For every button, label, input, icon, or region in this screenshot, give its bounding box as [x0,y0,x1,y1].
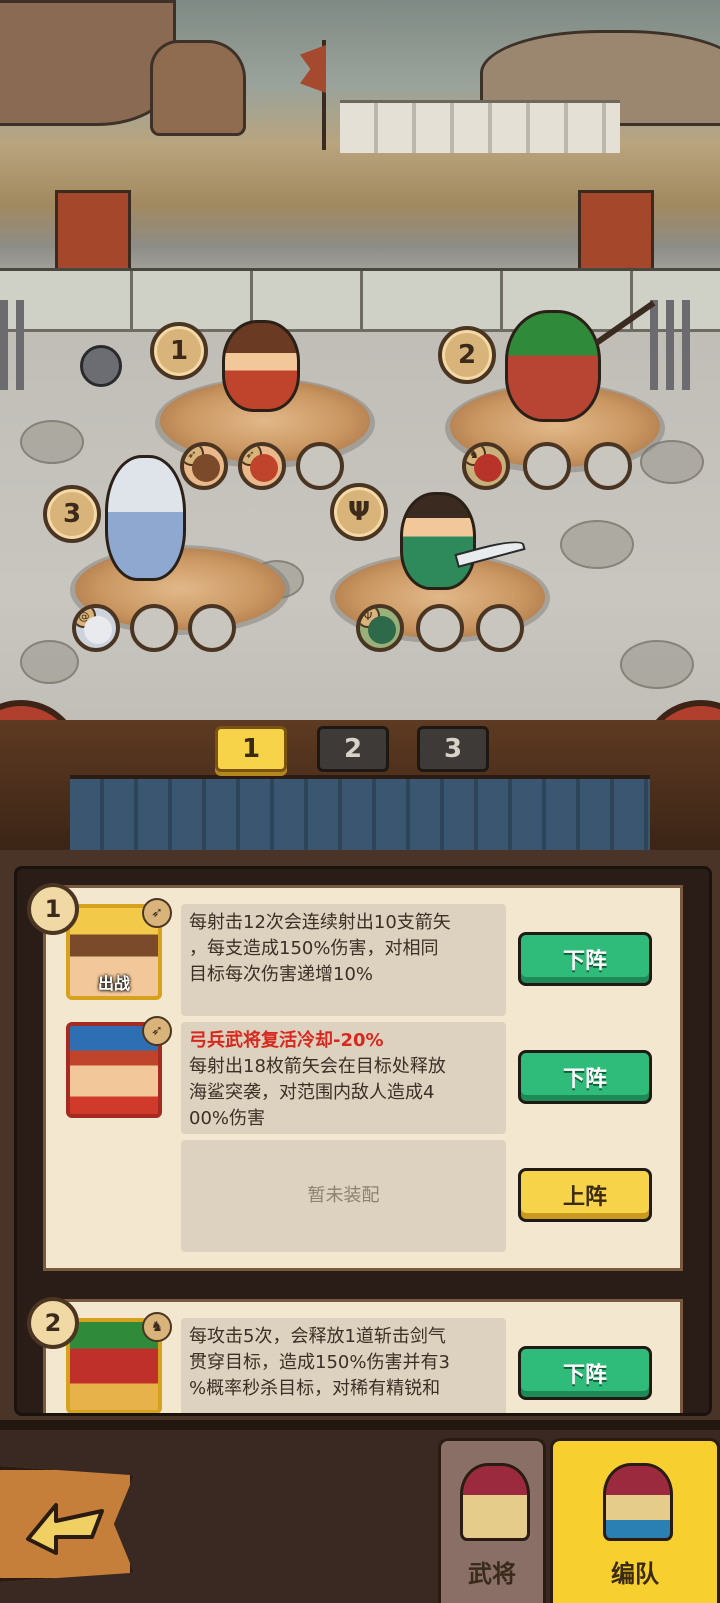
battlefield-scene: 1 2 3 Ψ ➶ ➶ ♞ @ Ψ 1 2 3 [0,0,720,850]
equip-slot[interactable]: ♞ [462,442,510,490]
skill-row: 出战 ➶ 每射击12次会连续射出10支箭矢 ，每支造成150%伤害，对相同 目标… [66,898,666,1016]
hero-mounted-general[interactable] [505,310,601,422]
deployed-tag: 出战 [97,974,130,993]
position-badge-3: 3 [43,485,101,543]
skill-description: 弓兵武将复活冷却-20% 每射出18枚箭矢会在目标处释放 海鲨突袭，对范围内敌人… [181,1022,506,1134]
panel-number-1: 1 [27,883,79,935]
equip-slot[interactable]: ➶ [180,442,228,490]
back-arrow-icon [26,1503,104,1555]
stone-wall [0,268,720,332]
formation-emblem-icon [603,1463,673,1541]
back-button[interactable] [0,1466,134,1582]
formation-panel-1: 出战 ➶ 每射击12次会连续射出10支箭矢 ，每支造成150%伤害，对相同 目标… [43,885,683,1271]
nav-label-formation: 编队 [611,1560,659,1588]
bow-icon: ➶ [142,898,172,928]
mountain [150,40,246,136]
floor-stone [560,520,634,569]
skill-description: 每射击12次会连续射出10支箭矢 ，每支造成150%伤害，对相同 目标每次伤害递… [181,904,506,1016]
floor-stone [20,640,79,684]
empty-slot-text: 暂未装配 [181,1140,506,1252]
floor-stone [20,420,84,464]
watch-tower-right [578,190,654,271]
formation-panel-2: ♞ 每攻击5次，会释放1道斩击剑气 贯穿目标，造成150%伤害并有3 %概率秒杀… [43,1299,683,1413]
bow-icon: ➶ [142,1016,172,1046]
horse-icon: ♞ [142,1312,172,1342]
nav-tab-formation[interactable]: 编队 [550,1438,720,1603]
equip-button[interactable]: 上阵 [518,1168,652,1222]
equip-slot[interactable]: Ψ [356,604,404,652]
generals-emblem-icon [460,1463,530,1541]
unequip-button[interactable]: 下阵 [518,932,652,986]
formation-tab-2[interactable]: 2 [317,726,389,772]
formation-tabs: 1 2 3 [0,726,720,780]
bottom-nav: 武将 编队 [0,1420,720,1603]
weapon-rack-right [650,300,720,390]
panel-number-2: 2 [27,1297,79,1349]
floor-stone [620,640,694,689]
hero-old-sage[interactable] [105,455,186,581]
unequip-button[interactable]: 下阵 [518,1346,652,1400]
skill-row: ➶ 弓兵武将复活冷却-20% 每射出18枚箭矢会在目标处释放 海鲨突袭，对范围内… [66,1016,666,1134]
camp-tents [340,100,620,153]
position-badge-1: 1 [150,322,208,380]
equip-slot[interactable]: ➶ [238,442,286,490]
formation-tab-1[interactable]: 1 [215,726,287,772]
skill-row: ♞ 每攻击5次，会释放1道斩击剑气 贯穿目标，造成150%伤害并有3 %概率秒杀… [66,1312,666,1413]
equip-slot[interactable]: @ [72,604,120,652]
formation-list[interactable]: 1 出战 ➶ 每射击12次会连续射出10支箭矢 ，每支造成150%伤害，对相同 … [14,866,712,1416]
equip-slot-empty[interactable] [416,604,464,652]
equip-slot-empty[interactable] [188,604,236,652]
shield-icon [80,345,122,387]
equip-slot-empty[interactable] [523,442,571,490]
formation-frame: 1 出战 ➶ 每射击12次会连续射出10支箭矢 ，每支造成150%伤害，对相同 … [0,850,720,1430]
hero-swordsman[interactable] [400,492,476,590]
equip-slot-empty[interactable] [584,442,632,490]
unequip-button[interactable]: 下阵 [518,1050,652,1104]
skill-description: 每攻击5次，会释放1道斩击剑气 贯穿目标，造成150%伤害并有3 %概率秒杀目标… [181,1318,506,1413]
formation-tab-3[interactable]: 3 [417,726,489,772]
flag [300,45,326,93]
watch-tower-left [55,190,131,271]
nav-tab-generals[interactable]: 武将 [438,1438,546,1603]
trident-icon: Ψ [330,483,388,541]
hero-archer-lady[interactable] [222,320,300,412]
bonus-text: 弓兵武将复活冷却-20% [189,1030,384,1051]
equip-slot-empty[interactable] [130,604,178,652]
weapon-rack-left [0,300,60,390]
equip-slot-empty[interactable] [296,442,344,490]
nav-label-generals: 武将 [468,1560,516,1588]
equip-slot-empty[interactable] [476,604,524,652]
skill-row-empty: 暂未装配 上阵 [66,1140,666,1252]
position-badge-2: 2 [438,326,496,384]
